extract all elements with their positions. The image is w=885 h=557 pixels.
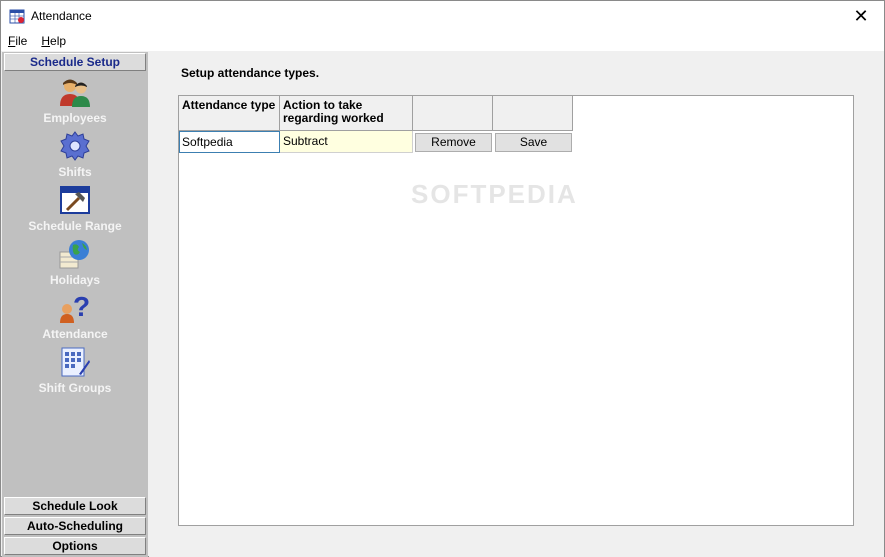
shift-groups-icon bbox=[61, 347, 90, 377]
main-content: Setup attendance types. Attendance type … bbox=[149, 52, 884, 557]
app-window: Attendance ✕ File Help Schedule Setup Em… bbox=[0, 0, 885, 557]
menu-bar: File Help bbox=[1, 31, 884, 51]
column-header-action-line2: regarding worked bbox=[283, 111, 384, 125]
sidebar-header-auto-scheduling[interactable]: Auto-Scheduling bbox=[4, 517, 146, 535]
close-icon: ✕ bbox=[853, 5, 869, 26]
sidebar-item-label: Holidays bbox=[49, 273, 100, 287]
sidebar-item-schedule-range[interactable]: Schedule Range bbox=[4, 184, 146, 236]
page-heading: Setup attendance types. bbox=[181, 66, 320, 80]
window-title: Attendance bbox=[31, 9, 92, 23]
menu-help-mnemonic: H bbox=[41, 34, 51, 48]
sidebar-item-label: Schedule Range bbox=[28, 219, 122, 233]
schedule-range-icon bbox=[60, 186, 90, 214]
sidebar-item-label: Employees bbox=[43, 111, 107, 125]
shifts-gear-icon bbox=[60, 131, 90, 161]
sidebar-item-label: Attendance bbox=[42, 327, 108, 341]
holidays-globe-icon bbox=[59, 240, 89, 269]
column-header-action: Action to take regarding worked bbox=[280, 96, 413, 131]
sidebar-panel: Employees Shifts Schedule Range Holidays… bbox=[4, 72, 146, 497]
title-bar: Attendance ✕ bbox=[1, 1, 884, 31]
sidebar-header-schedule-look[interactable]: Schedule Look bbox=[4, 497, 146, 515]
sidebar-item-shifts[interactable]: Shifts bbox=[4, 130, 146, 182]
menu-help-label: elp bbox=[50, 34, 67, 48]
employees-icon bbox=[60, 79, 90, 107]
app-calendar-icon bbox=[9, 9, 25, 24]
svg-text:?: ? bbox=[73, 292, 90, 322]
menu-file-label: ile bbox=[15, 34, 28, 48]
attendance-grid: Attendance type Action to take regarding… bbox=[178, 95, 854, 526]
attendance-type-input[interactable]: Softpedia bbox=[179, 131, 280, 153]
sidebar-item-shift-groups[interactable]: Shift Groups bbox=[4, 346, 146, 398]
sidebar-item-holidays[interactable]: Holidays bbox=[4, 238, 146, 290]
sidebar: Schedule Setup Employees Shifts Schedule… bbox=[2, 52, 148, 557]
close-button[interactable]: ✕ bbox=[838, 1, 884, 31]
sidebar-item-label: Shift Groups bbox=[38, 381, 112, 395]
column-header-remove bbox=[413, 96, 493, 131]
action-select[interactable]: Subtract bbox=[280, 131, 413, 153]
sidebar-header-schedule-setup[interactable]: Schedule Setup bbox=[4, 53, 146, 71]
sidebar-header-options[interactable]: Options bbox=[4, 537, 146, 555]
menu-file[interactable]: File bbox=[1, 31, 34, 51]
sidebar-item-employees[interactable]: Employees bbox=[4, 76, 146, 128]
save-button[interactable]: Save bbox=[495, 133, 572, 152]
column-header-save bbox=[493, 96, 573, 131]
sidebar-item-label: Shifts bbox=[58, 165, 92, 179]
attendance-question-icon: ? bbox=[60, 292, 90, 323]
menu-help[interactable]: Help bbox=[34, 31, 73, 51]
sidebar-item-attendance[interactable]: ? Attendance bbox=[4, 292, 146, 344]
column-header-attendance-type: Attendance type bbox=[179, 96, 280, 131]
remove-button[interactable]: Remove bbox=[415, 133, 492, 152]
